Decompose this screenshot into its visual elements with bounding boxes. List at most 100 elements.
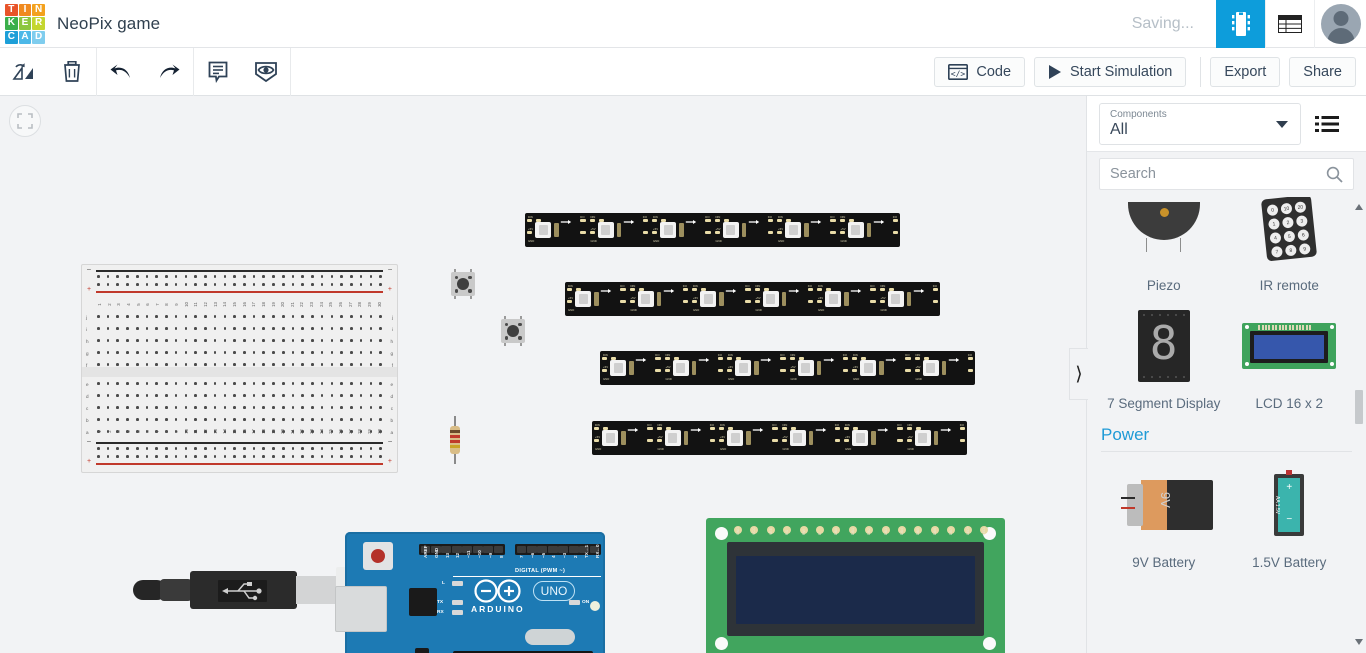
neopixel-led-segment: DIN +5V GND DO bbox=[663, 351, 726, 385]
breadboard-column-numbers: 1 2 3 4 5 6 7 8 9 10 11 12 13 14 15 16 17 18 19 20 21 22 23 24 2… bbox=[97, 429, 382, 434]
neopixel-part bbox=[932, 288, 938, 292]
neopixel-part bbox=[914, 369, 920, 373]
undo-button[interactable] bbox=[97, 48, 145, 96]
scroll-up-button[interactable] bbox=[1354, 200, 1364, 214]
ic-chip-icon bbox=[1231, 11, 1250, 36]
neopixel-part bbox=[781, 439, 787, 443]
lcd-16x2-display[interactable]: GND VCC VEE RS RW E DB0 DB1 DB2 DB3 DB4 DB5 DB6 DB7 LE… bbox=[706, 518, 1005, 653]
neopixel-strip-3[interactable]: DIN +5V GND DO DIN +5V GND DO DIN +5V GND DO DIN +5V G… bbox=[600, 351, 975, 385]
neopixel-part bbox=[700, 290, 717, 308]
neopixel-strip-1[interactable]: DIN +5V GND DO DIN +5V GND DO DIN +5V GND DO DIN +5V G… bbox=[525, 213, 900, 247]
panel-list-view-button[interactable] bbox=[1301, 96, 1353, 152]
scrollbar-thumb[interactable] bbox=[1355, 390, 1363, 424]
component-ir-remote[interactable]: 0 10 20 1 2 3 4 5 6 7 8 9 IR remote bbox=[1227, 197, 1353, 297]
breadboard[interactable]: – – + +1 2 3 4 5 6 7 8 9 10 11 12 13 14 15 16 17 18 19 20 21 22 2… bbox=[81, 264, 398, 473]
list-view-button[interactable] bbox=[1265, 0, 1314, 48]
neopixel-part bbox=[754, 361, 759, 375]
rotate-flip-button[interactable] bbox=[0, 48, 48, 96]
neopixel-part: GND bbox=[630, 308, 637, 312]
lcd-16x2-icon bbox=[1242, 322, 1337, 369]
circuits-view-button[interactable] bbox=[1216, 0, 1265, 48]
delete-button[interactable] bbox=[48, 48, 96, 96]
neopixel-strip-4[interactable]: DIN +5V GND DO DIN +5V GND DO DIN +5V GND DO DIN +5V G… bbox=[592, 421, 967, 455]
pushbutton-part bbox=[454, 289, 458, 293]
share-button[interactable]: Share bbox=[1289, 56, 1356, 87]
visibility-button[interactable] bbox=[242, 48, 290, 96]
component-piezo[interactable]: Piezo bbox=[1101, 197, 1227, 297]
neopixel-led-segment: DIN +5V GND DO bbox=[842, 421, 905, 455]
neopixel-led-segment: DIN +5V GND DO bbox=[525, 213, 588, 247]
breadboard-rail-line-neg bbox=[96, 442, 383, 444]
export-button[interactable]: Export bbox=[1210, 56, 1281, 87]
neopixel-part bbox=[647, 427, 653, 431]
neopixel-part bbox=[847, 221, 864, 239]
resistor[interactable] bbox=[449, 416, 461, 464]
search-box[interactable] bbox=[1099, 158, 1354, 190]
fit-to-view-button[interactable] bbox=[9, 105, 41, 137]
arduino-uno[interactable]: L TX RX ON ARDUINO UNO AREF GND 13 12 ~11 ~10 ~9 8 7 ~6… bbox=[335, 526, 610, 653]
neopixel-part: GND bbox=[665, 377, 672, 381]
neopixel-part bbox=[746, 431, 751, 445]
neopixel-part bbox=[807, 300, 813, 304]
breadboard-hole-row bbox=[97, 447, 382, 450]
neopixel-part bbox=[629, 361, 634, 375]
code-button[interactable]: </> Code bbox=[934, 56, 1026, 87]
neopixel-part bbox=[754, 288, 760, 292]
panel-scrollbar[interactable] bbox=[1354, 200, 1364, 635]
code-window-icon: </> bbox=[948, 63, 969, 80]
component-label: IR remote bbox=[1259, 278, 1319, 293]
arduino-part bbox=[452, 610, 463, 615]
usb-cable[interactable] bbox=[133, 562, 388, 617]
neopixel-part bbox=[948, 357, 959, 362]
breadboard-row-label: d bbox=[390, 394, 393, 399]
neopixel-part bbox=[844, 439, 850, 443]
component-thumbnail: 0 10 20 1 2 3 4 5 6 7 8 9 bbox=[1227, 197, 1353, 276]
neopixel-led-segment: DIN +5V GND DO bbox=[850, 351, 913, 385]
breadboard-row-label: b bbox=[390, 418, 393, 423]
breadboard-row-label: e bbox=[86, 382, 89, 387]
neopixel-part bbox=[637, 290, 654, 308]
neopixel-part: GND bbox=[657, 447, 664, 451]
neopixel-part: GND bbox=[880, 308, 887, 312]
tinkercad-logo[interactable]: TIN KER CAD bbox=[3, 2, 47, 46]
breadboard-row-label: a bbox=[86, 430, 89, 435]
neopixel-part bbox=[727, 369, 733, 373]
neopixel-part bbox=[655, 357, 661, 361]
pushbutton-2[interactable] bbox=[498, 316, 528, 346]
components-filter-dropdown[interactable]: Components All bbox=[1099, 102, 1301, 145]
pushbutton-part bbox=[507, 325, 519, 337]
component-thumbnail bbox=[1101, 197, 1227, 276]
note-button[interactable] bbox=[194, 48, 242, 96]
neopixel-strip-2[interactable]: DIN +5V GND DO DIN +5V GND DO DIN +5V GND DO DIN +5V G… bbox=[565, 282, 940, 316]
component-9v-battery[interactable]: 9V 9V Battery bbox=[1101, 456, 1227, 574]
search-icon[interactable] bbox=[1326, 166, 1343, 183]
lcd-pin-label: DB3 bbox=[883, 528, 888, 535]
component-lcd-16x2[interactable]: LCD 16 x 2 bbox=[1227, 297, 1353, 415]
neopixel-part bbox=[627, 427, 639, 432]
neopixel-led-segment: DIN +5V GND DO bbox=[650, 213, 713, 247]
lcd-mount-hole bbox=[715, 527, 728, 540]
component-thumbnail: + − AA 1.5V bbox=[1227, 456, 1353, 553]
neopixel-part bbox=[714, 231, 720, 235]
circuit-canvas[interactable]: – – + +1 2 3 4 5 6 7 8 9 10 11 12 13 14 15 16 17 18 19 20 21 22 2… bbox=[0, 96, 1086, 653]
breadboard-rail-plus: + bbox=[87, 286, 92, 293]
neopixel-part bbox=[825, 290, 842, 308]
components-scroll-area[interactable]: Piezo 0 10 20 1 2 3 4 5 6 7 8 9 IR remote 8 7 Segment D… bbox=[1087, 197, 1366, 653]
neopixel-part bbox=[967, 357, 973, 361]
svg-text:</>: </> bbox=[951, 69, 966, 78]
neopixel-led-segment: DIN +5V GND DO bbox=[815, 282, 878, 316]
user-menu[interactable] bbox=[1314, 0, 1366, 48]
scroll-down-button[interactable] bbox=[1354, 635, 1364, 649]
component-7-segment-display[interactable]: 8 7 Segment Display bbox=[1101, 297, 1227, 415]
panel-collapse-button[interactable]: ⟩ bbox=[1069, 348, 1088, 400]
neopixel-part: GND bbox=[778, 239, 785, 243]
arduino-part: ~11 bbox=[466, 550, 472, 558]
breadboard-hole-row bbox=[97, 339, 382, 342]
start-simulation-button[interactable]: Start Simulation bbox=[1034, 56, 1187, 87]
pushbutton-1[interactable] bbox=[448, 269, 478, 299]
component-1-5v-battery[interactable]: + − AA 1.5V 1.5V Battery bbox=[1227, 456, 1353, 574]
redo-button[interactable] bbox=[145, 48, 193, 96]
rotate-flip-icon bbox=[12, 62, 33, 80]
search-input[interactable] bbox=[1110, 166, 1326, 182]
neopixel-led-segment: DIN +5V GND DO bbox=[753, 282, 816, 316]
